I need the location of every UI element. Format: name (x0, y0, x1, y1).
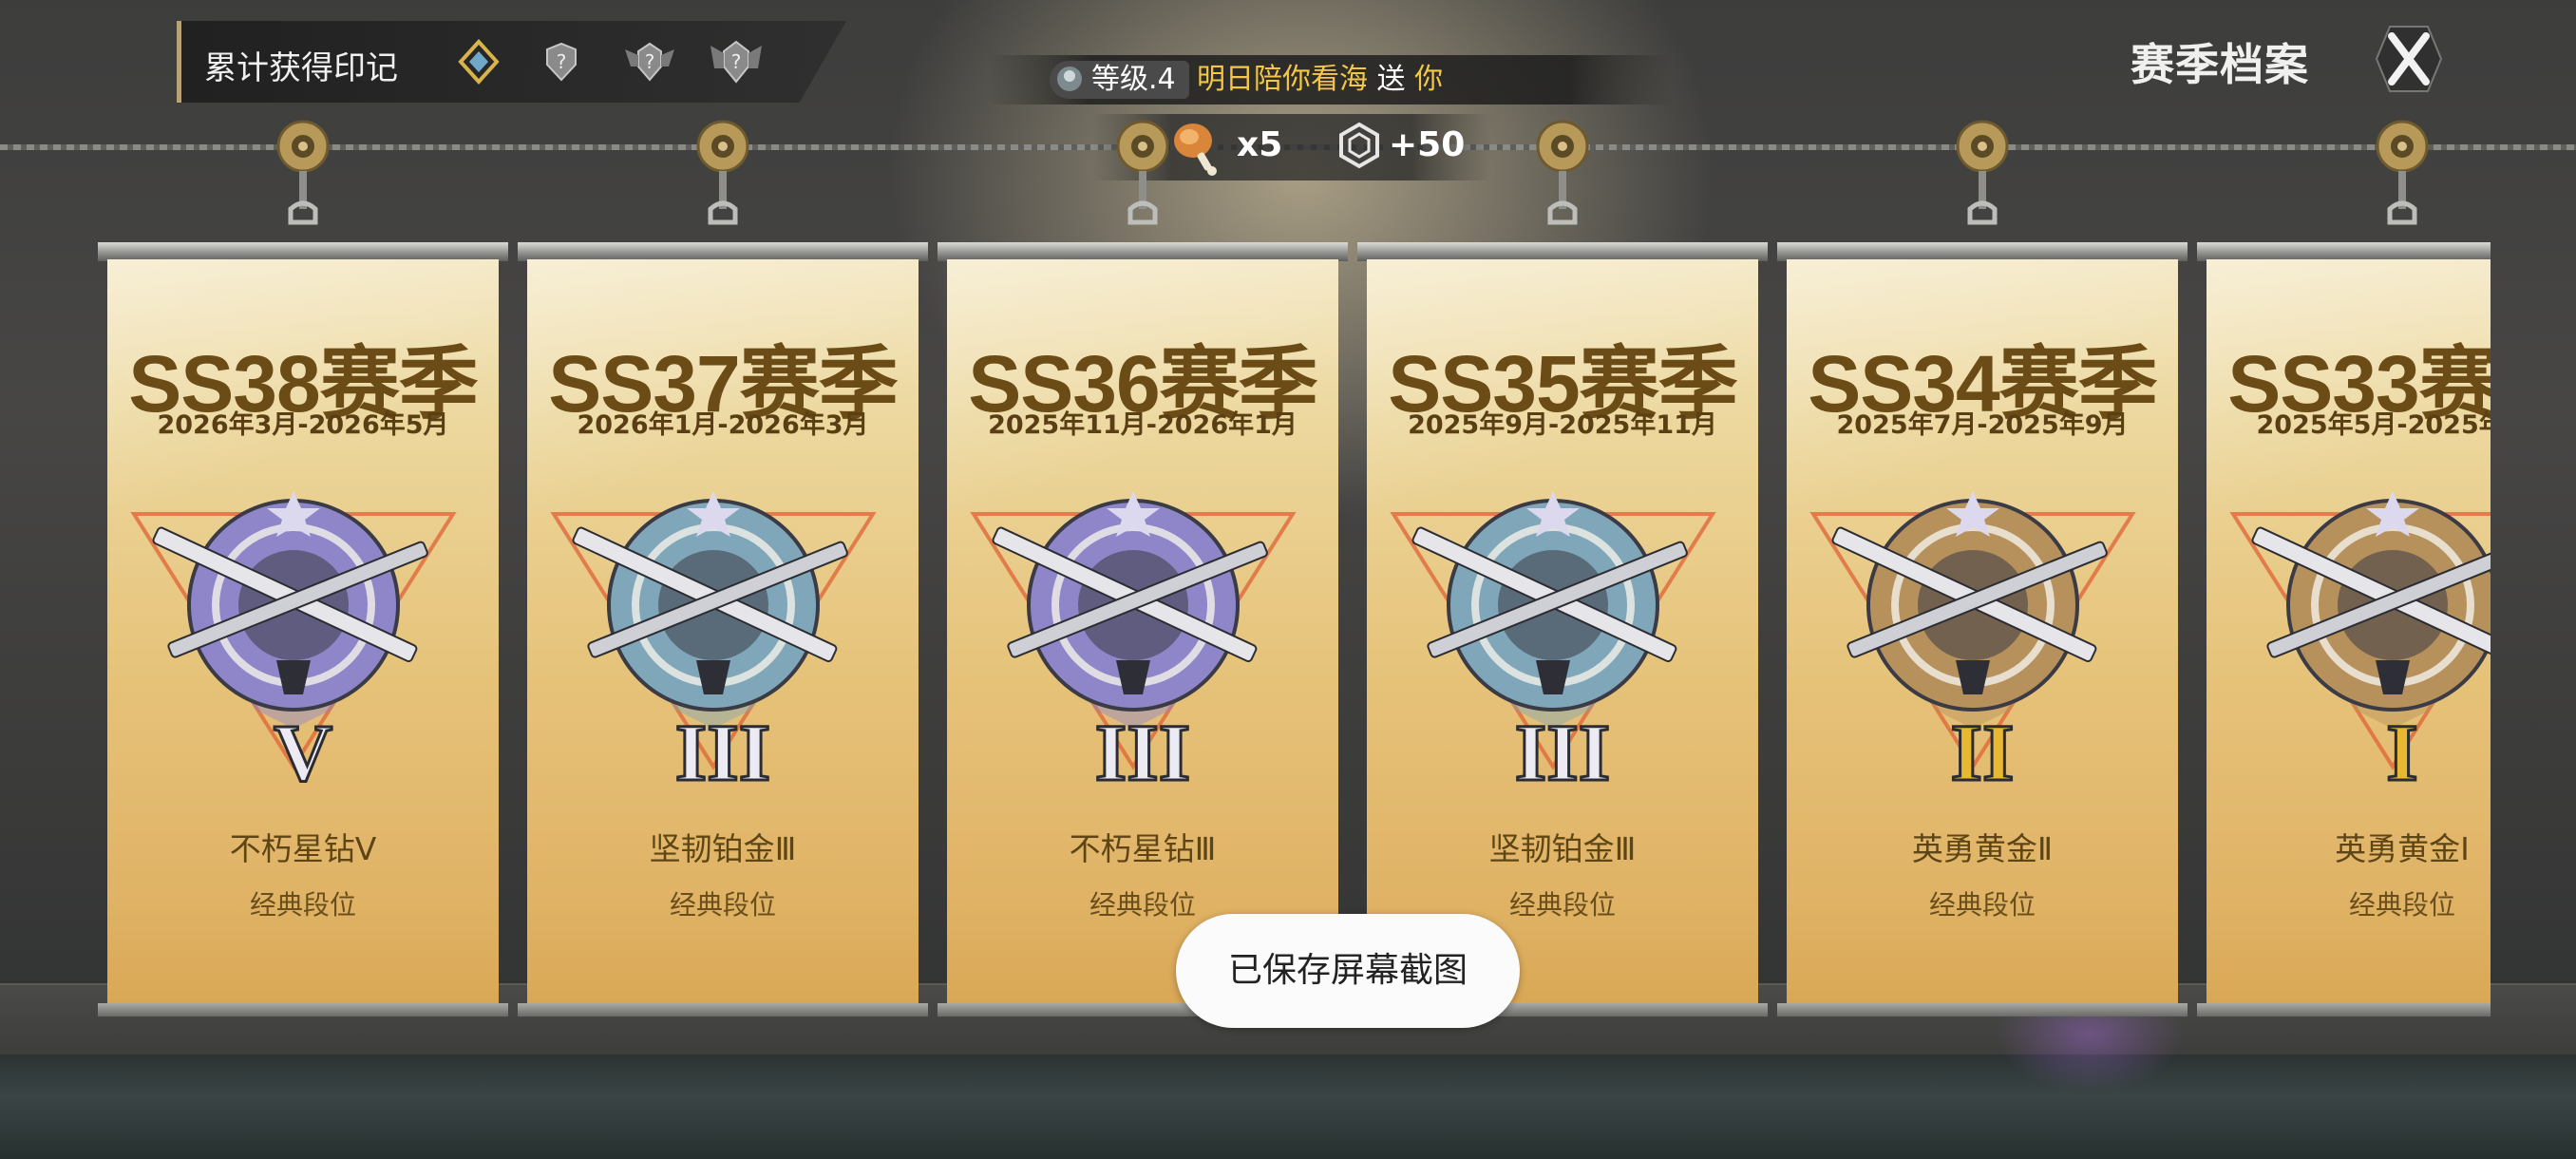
silver-mark-icon[interactable]: ? (538, 38, 585, 86)
rank-name: 英勇黄金Ⅰ (2335, 830, 2470, 867)
banner-bottom-rod (1777, 1003, 2188, 1016)
rank-name: 坚韧铂金Ⅲ (649, 830, 797, 867)
rank-numeral-icon: III (673, 708, 771, 793)
gift-word: 送 (1376, 63, 1406, 96)
rank-name: 坚韧铂金Ⅲ (1488, 830, 1637, 867)
hanger-hook-icon (276, 120, 330, 225)
svg-text:I: I (2386, 708, 2417, 793)
banner-rod (2197, 242, 2491, 261)
svg-text:II: II (1951, 708, 2015, 793)
season-card[interactable]: SS38赛季 2026年3月-2026年5月 不朽星钻Ⅴ 经典段位 V (98, 242, 508, 1016)
hanger-hook-icon (1536, 120, 1589, 225)
crown-mark-icon[interactable]: ? (709, 38, 764, 86)
season-card[interactable]: SS35赛季 2025年9月-2025年11月 坚韧铂金Ⅲ 经典段位 III (1357, 242, 1768, 1016)
season-dates: 2025年11月-2026年1月 (988, 410, 1297, 440)
season-dates: 2026年1月-2026年3月 (577, 410, 869, 440)
rank-numeral-icon: III (1093, 708, 1191, 793)
screenshot-saved-toast: 已保存屏幕截图 (1176, 914, 1520, 1028)
recipient: 你 (1414, 63, 1444, 96)
rank-numeral-icon: I (2385, 708, 2419, 793)
banner-rod (1357, 242, 1768, 261)
rank-numeral-icon: V (272, 708, 333, 793)
season-card[interactable]: SS37赛季 2026年1月-2026年3月 坚韧铂金Ⅲ 经典段位 III (518, 242, 928, 1016)
svg-text:III: III (675, 708, 770, 793)
rank-type: 经典段位 (669, 889, 776, 921)
gift-message: 明日陪你看海 送 你 (1197, 61, 1443, 99)
rank-type: 经典段位 (1928, 889, 2036, 921)
rank-type: 经典段位 (2348, 889, 2455, 921)
close-button[interactable] (2361, 23, 2456, 95)
rank-type: 经典段位 (249, 889, 356, 921)
svg-text:III: III (1095, 708, 1190, 793)
svg-text:V: V (274, 708, 332, 793)
hexagon-token-icon (1339, 122, 1379, 169)
season-card[interactable]: SS33赛季2025年5月-2025年7月英勇黄金Ⅰ经典段位I (2197, 242, 2491, 1016)
token-count: +50 (1389, 125, 1466, 164)
svg-text:?: ? (731, 50, 742, 73)
svg-text:?: ? (557, 50, 567, 73)
season-dates: 2025年7月-2025年9月 (1836, 410, 2129, 440)
wing-mark-icon[interactable]: ? (623, 38, 676, 86)
svg-text:III: III (1515, 708, 1610, 793)
rank-numeral-icon: II (1949, 708, 2016, 793)
friend-avatar-icon (1057, 66, 1082, 91)
banner-rod (518, 242, 928, 261)
level-label: 等级.4 (1091, 63, 1176, 96)
rank-name: 英勇黄金Ⅱ (1911, 830, 2054, 867)
friend-name[interactable]: 明日陪你看海 (1197, 63, 1368, 96)
rank-name: 不朽星钻Ⅲ (1069, 830, 1217, 867)
page-title: 赛季档案 (2131, 39, 2309, 90)
floor (0, 1054, 2576, 1159)
chicken-leg-icon (1174, 124, 1217, 176)
rank-name: 不朽星钻Ⅴ (229, 830, 377, 867)
level-badge: 等级.4 (1050, 61, 1189, 99)
season-dates: 2026年3月-2026年5月 (157, 410, 449, 440)
season-dates: 2025年5月-2025年7月 (2256, 410, 2491, 440)
hanger-hook-icon (696, 120, 749, 225)
chicken-count: x5 (1237, 125, 1283, 164)
rank-numeral-icon: III (1513, 708, 1611, 793)
banner-bottom-rod (98, 1003, 508, 1016)
marks-title: 累计获得印记 (204, 49, 398, 87)
season-dates: 2025年9月-2025年11月 (1408, 410, 1717, 440)
gold-mark-icon[interactable] (455, 38, 502, 86)
accumulated-marks-panel[interactable]: 累计获得印记 ? ? ? (177, 21, 846, 103)
banner-bottom-rod (2197, 1003, 2491, 1016)
banner-rod (98, 242, 508, 261)
svg-text:?: ? (645, 50, 655, 73)
season-card[interactable]: SS36赛季 2025年11月-2026年1月 不朽星钻Ⅲ 经典段位 III (938, 242, 1348, 1016)
season-card[interactable]: SS34赛季 2025年7月-2025年9月 英勇黄金Ⅱ 经典段位 II (1777, 242, 2188, 1016)
banner-bottom-rod (518, 1003, 928, 1016)
hanger-hook-icon (1116, 120, 1169, 225)
hanger-hook-icon (1956, 120, 2009, 225)
hanger-hook-icon (2376, 120, 2429, 225)
banner-rod (1777, 242, 2188, 261)
banner-rod (938, 242, 1348, 261)
